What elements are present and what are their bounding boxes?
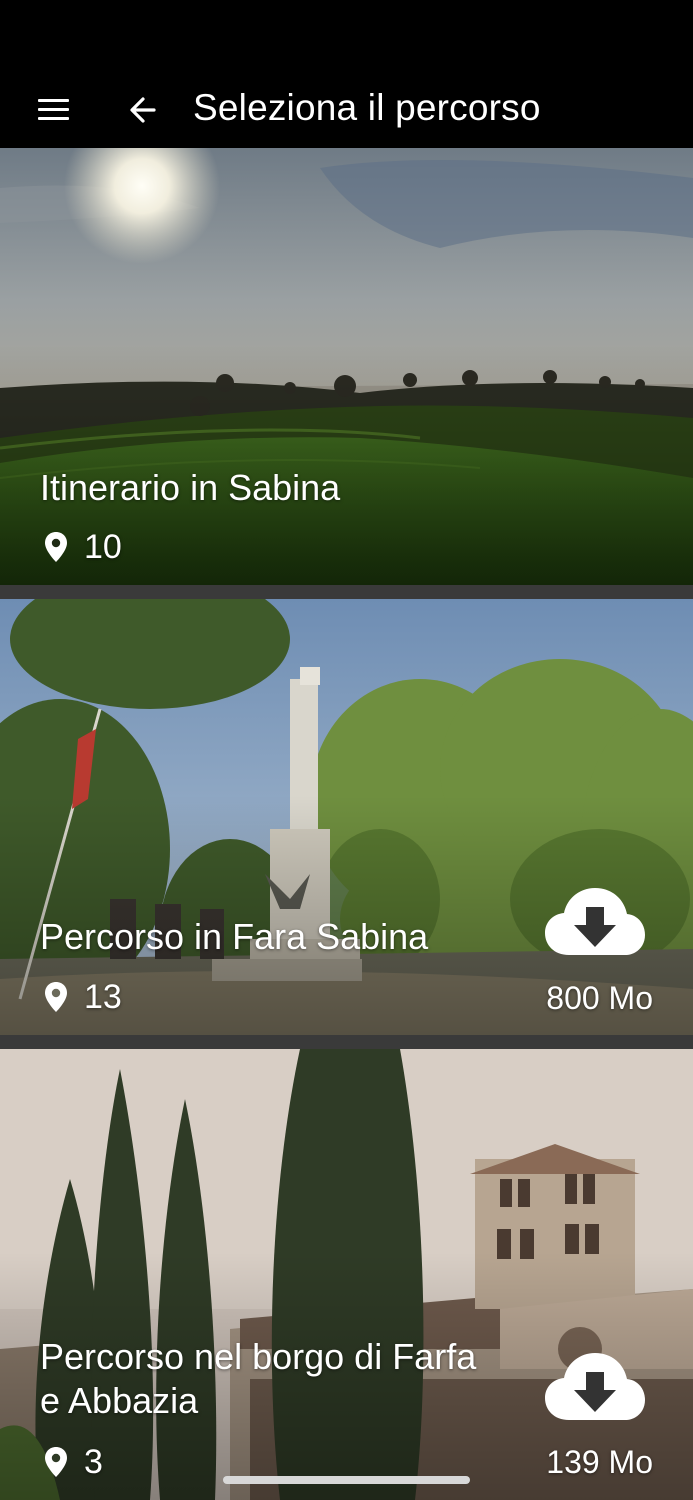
menu-button[interactable] bbox=[28, 90, 80, 130]
route-title: Percorso nel borgo di Farfa e Abbazia bbox=[40, 1336, 477, 1421]
download-size: 800 Mo bbox=[546, 980, 653, 1016]
poi-count: 13 bbox=[44, 977, 122, 1017]
map-pin-icon bbox=[45, 1447, 67, 1477]
route-title: Percorso in Fara Sabina bbox=[40, 916, 429, 957]
app-bar: Seleziona il percorso bbox=[0, 70, 693, 148]
download-button[interactable] bbox=[544, 1352, 646, 1422]
poi-count: 3 bbox=[44, 1442, 103, 1482]
map-pin-icon bbox=[45, 982, 67, 1012]
route-card-percorso-in-fara-sabina[interactable]: Percorso in Fara Sabina 13 800 Mo bbox=[0, 599, 693, 1035]
home-indicator[interactable] bbox=[223, 1476, 470, 1484]
download-button[interactable] bbox=[544, 887, 646, 957]
status-bar bbox=[0, 0, 693, 70]
poi-count: 10 bbox=[44, 527, 122, 567]
route-card-itinerario-in-sabina[interactable]: Itinerario in Sabina 10 bbox=[0, 148, 693, 585]
back-button[interactable] bbox=[120, 88, 168, 132]
map-pin-icon bbox=[45, 532, 67, 562]
route-title: Itinerario in Sabina bbox=[40, 467, 341, 508]
route-card-percorso-nel-borgo-di-farfa[interactable]: Percorso nel borgo di Farfa e Abbazia 3 … bbox=[0, 1049, 693, 1500]
page-title: Seleziona il percorso bbox=[193, 87, 541, 128]
download-size: 139 Mo bbox=[546, 1444, 653, 1480]
cloud-download-icon bbox=[545, 1353, 645, 1420]
arrow-back-icon bbox=[130, 97, 156, 123]
cloud-download-icon bbox=[545, 888, 645, 955]
